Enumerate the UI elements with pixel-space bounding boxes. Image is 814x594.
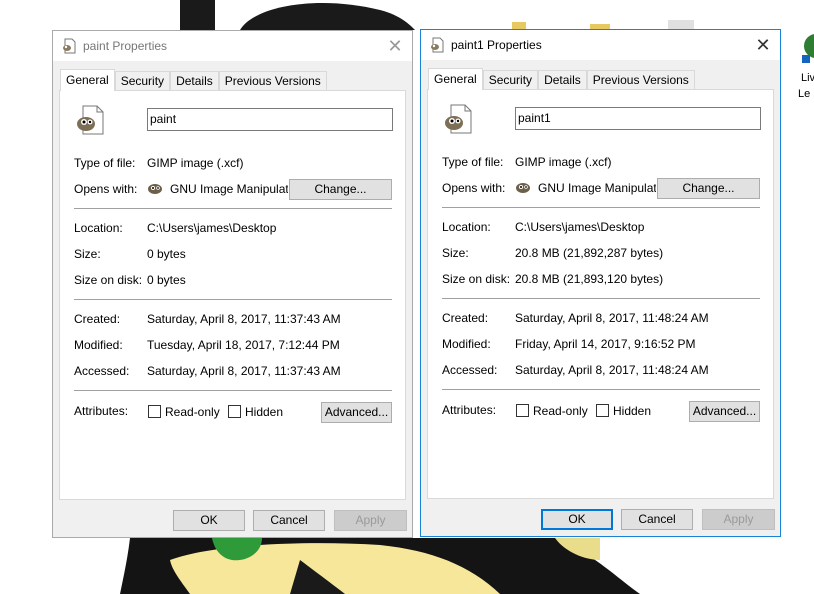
accessed-label: Accessed: [74, 364, 130, 378]
desktop-icon-label-line2[interactable]: Le [798, 88, 810, 101]
paint-properties-dialog[interactable]: paint Properties ✕ General Security Deta… [52, 30, 413, 538]
modified-value: Friday, April 14, 2017, 9:16:52 PM [515, 337, 696, 351]
advanced-button[interactable]: Advanced... [689, 401, 760, 422]
title-bar[interactable]: paint1 Properties ✕ [421, 30, 780, 60]
tab-details[interactable]: Details [538, 70, 587, 90]
size-on-disk-label: Size on disk: [74, 273, 143, 287]
read-only-label[interactable]: Read-only [165, 405, 220, 419]
created-label: Created: [74, 312, 121, 326]
separator [74, 390, 392, 391]
location-label: Location: [442, 220, 491, 234]
paint1-properties-dialog[interactable]: paint1 Properties ✕ General Security Det… [420, 29, 781, 537]
file-name-input[interactable]: paint [147, 108, 393, 131]
gimp-file-large-icon [445, 104, 472, 134]
general-panel: paint Type of file: GIMP image (.xcf) Op… [59, 90, 406, 500]
gimp-app-icon [516, 183, 530, 193]
read-only-checkbox[interactable] [516, 404, 529, 417]
cancel-button[interactable]: Cancel [621, 509, 693, 530]
gimp-file-icon [63, 38, 76, 54]
type-of-file-value: GIMP image (.xcf) [515, 155, 612, 169]
size-on-disk-value: 20.8 MB (21,893,120 bytes) [515, 272, 664, 286]
tab-security[interactable]: Security [482, 70, 539, 90]
ok-button[interactable]: OK [173, 510, 245, 531]
close-icon: ✕ [387, 35, 403, 57]
opens-with-value: GNU Image Manipulatic [538, 181, 656, 195]
accessed-label: Accessed: [442, 363, 498, 377]
apply-button[interactable]: Apply [334, 510, 407, 531]
created-value: Saturday, April 8, 2017, 11:48:24 AM [515, 311, 709, 325]
read-only-label[interactable]: Read-only [533, 404, 588, 418]
advanced-button[interactable]: Advanced... [321, 402, 392, 423]
type-of-file-label: Type of file: [442, 155, 504, 169]
cancel-button[interactable]: Cancel [253, 510, 325, 531]
type-of-file-label: Type of file: [74, 156, 136, 170]
location-label: Location: [74, 221, 123, 235]
tab-general[interactable]: General [60, 69, 115, 91]
change-button[interactable]: Change... [289, 179, 392, 200]
location-value: C:\Users\james\Desktop [515, 220, 645, 234]
tab-security[interactable]: Security [114, 71, 171, 91]
separator [74, 299, 392, 300]
size-on-disk-value: 0 bytes [147, 273, 186, 287]
tab-strip: General Security Details Previous Versio… [60, 69, 327, 91]
opens-with-value: GNU Image Manipulatic [170, 182, 288, 196]
ok-button[interactable]: OK [541, 509, 613, 530]
hidden-label[interactable]: Hidden [613, 404, 651, 418]
opens-with-label: Opens with: [442, 181, 506, 195]
size-value: 0 bytes [147, 247, 186, 261]
title-bar[interactable]: paint Properties ✕ [53, 31, 412, 61]
window-title: paint Properties [83, 39, 168, 53]
size-label: Size: [74, 247, 101, 261]
type-of-file-value: GIMP image (.xcf) [147, 156, 244, 170]
modified-label: Modified: [442, 337, 491, 351]
apply-button[interactable]: Apply [702, 509, 775, 530]
read-only-checkbox[interactable] [148, 405, 161, 418]
attributes-label: Attributes: [442, 403, 497, 417]
modified-value: Tuesday, April 18, 2017, 7:12:44 PM [147, 338, 340, 352]
gimp-file-icon [431, 37, 444, 53]
tab-previous-versions[interactable]: Previous Versions [586, 70, 695, 90]
general-panel: paint1 Type of file: GIMP image (.xcf) O… [427, 89, 774, 499]
hidden-label[interactable]: Hidden [245, 405, 283, 419]
close-icon: ✕ [755, 34, 771, 56]
separator [442, 298, 760, 299]
tab-strip: General Security Details Previous Versio… [428, 68, 695, 90]
modified-label: Modified: [74, 338, 123, 352]
location-value: C:\Users\james\Desktop [147, 221, 277, 235]
file-name-input[interactable]: paint1 [515, 107, 761, 130]
tab-details[interactable]: Details [170, 71, 219, 91]
close-button[interactable]: ✕ [378, 31, 412, 61]
hidden-checkbox[interactable] [228, 405, 241, 418]
accessed-value: Saturday, April 8, 2017, 11:48:24 AM [515, 363, 709, 377]
created-label: Created: [442, 311, 489, 325]
tab-general[interactable]: General [428, 68, 483, 90]
window-title: paint1 Properties [451, 38, 542, 52]
accessed-value: Saturday, April 8, 2017, 11:37:43 AM [147, 364, 341, 378]
attributes-label: Attributes: [74, 404, 129, 418]
hidden-checkbox[interactable] [596, 404, 609, 417]
change-button[interactable]: Change... [657, 178, 760, 199]
separator [442, 389, 760, 390]
close-button[interactable]: ✕ [746, 30, 780, 60]
opens-with-label: Opens with: [74, 182, 138, 196]
size-label: Size: [442, 246, 469, 260]
tab-previous-versions[interactable]: Previous Versions [218, 71, 327, 91]
gimp-file-large-icon [77, 105, 104, 135]
size-on-disk-label: Size on disk: [442, 272, 511, 286]
created-value: Saturday, April 8, 2017, 11:37:43 AM [147, 312, 341, 326]
separator [74, 208, 392, 209]
separator [442, 207, 760, 208]
gimp-app-icon [148, 184, 162, 194]
desktop-icon-label-line1[interactable]: Liv [801, 72, 814, 85]
size-value: 20.8 MB (21,892,287 bytes) [515, 246, 664, 260]
